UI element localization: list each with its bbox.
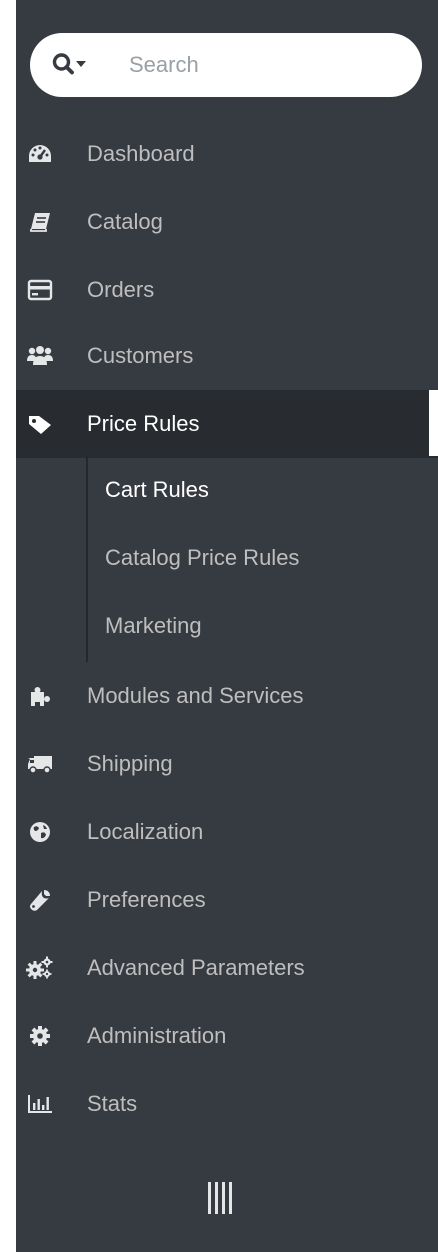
sidebar-item-customers[interactable]: Customers — [16, 322, 438, 390]
sidebar-item-label: Orders — [87, 277, 155, 302]
active-indicator — [429, 390, 438, 456]
search-input[interactable] — [129, 45, 399, 85]
admin-sidebar: Dashboard Catalog Orders — [16, 0, 438, 1252]
submenu-item-cart-rules[interactable]: Cart Rules — [16, 456, 438, 524]
book-icon — [26, 188, 54, 256]
truck-icon — [26, 730, 54, 798]
submenu-item-label: Cart Rules — [105, 477, 209, 502]
sidebar-item-label: Customers — [87, 343, 194, 368]
sidebar-item-catalog[interactable]: Catalog — [16, 188, 438, 256]
sidebar-item-label: Price Rules — [87, 411, 200, 436]
submenu-item-catalog-price-rules[interactable]: Catalog Price Rules — [16, 524, 438, 592]
sidebar-item-label: Administration — [87, 1023, 227, 1048]
wrench-icon — [26, 866, 54, 934]
sidebar-item-label: Dashboard — [87, 141, 195, 166]
sidebar-item-stats[interactable]: Stats — [16, 1070, 438, 1138]
bar-chart-icon — [26, 1070, 54, 1138]
dashboard-icon — [26, 120, 54, 188]
search-type-dropdown[interactable] — [52, 33, 112, 97]
sidebar-item-label: Localization — [87, 819, 204, 844]
puzzle-icon — [26, 662, 54, 730]
search-icon — [52, 53, 86, 75]
users-icon — [26, 322, 54, 390]
sidebar-item-modules[interactable]: Modules and Services — [16, 662, 438, 730]
sidebar-item-label: Catalog — [87, 209, 163, 234]
sidebar-item-dashboard[interactable]: Dashboard — [16, 120, 438, 188]
sidebar-item-label: Stats — [87, 1091, 138, 1116]
price-rules-submenu: Cart Rules Catalog Price Rules Marketing — [16, 456, 438, 662]
globe-icon — [26, 798, 54, 866]
sidebar-item-label: Shipping — [87, 751, 173, 776]
credit-card-icon — [26, 256, 54, 324]
sidebar-item-preferences[interactable]: Preferences — [16, 866, 438, 934]
cogs-icon — [26, 934, 54, 1002]
sidebar-item-price-rules[interactable]: Price Rules — [16, 390, 438, 458]
sidebar-item-advanced-parameters[interactable]: Advanced Parameters — [16, 934, 438, 1002]
submenu-item-marketing[interactable]: Marketing — [16, 592, 438, 660]
sidebar-item-orders[interactable]: Orders — [16, 256, 438, 324]
caret-down-icon — [76, 61, 86, 67]
search-box — [30, 33, 422, 97]
submenu-item-label: Marketing — [105, 613, 202, 638]
sidebar-item-label: Modules and Services — [87, 683, 304, 708]
sidebar-item-label: Preferences — [87, 887, 206, 912]
sidebar-item-label: Advanced Parameters — [87, 955, 305, 980]
collapse-sidebar-handle[interactable] — [208, 1182, 232, 1214]
submenu-item-label: Catalog Price Rules — [105, 545, 300, 570]
tag-icon — [26, 390, 54, 458]
sidebar-item-administration[interactable]: Administration — [16, 1002, 438, 1070]
sidebar-item-shipping[interactable]: Shipping — [16, 730, 438, 798]
sidebar-item-localization[interactable]: Localization — [16, 798, 438, 866]
cog-icon — [26, 1002, 54, 1070]
